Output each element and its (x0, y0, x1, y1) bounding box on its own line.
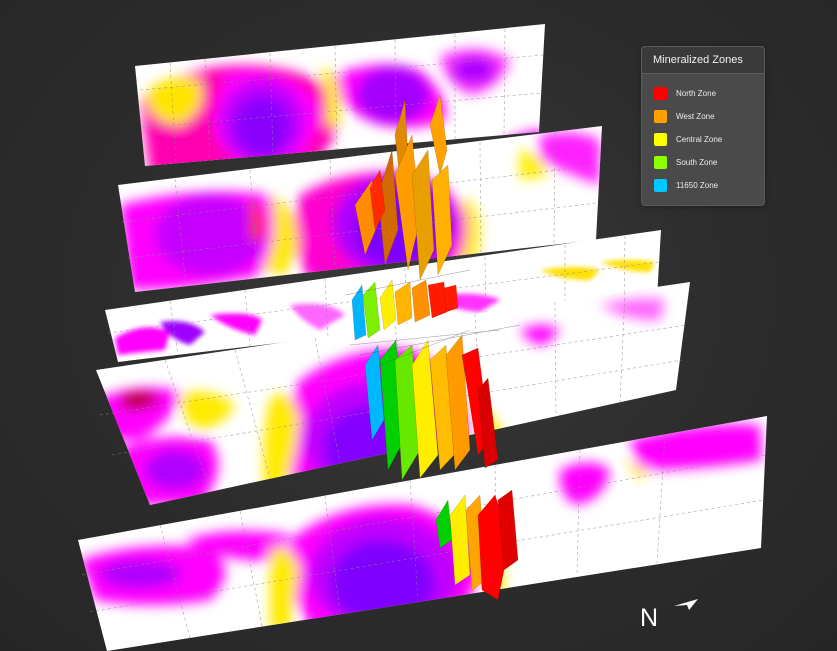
legend-item[interactable]: South Zone (654, 151, 764, 174)
legend-item[interactable]: 11650 Zone (654, 174, 764, 197)
legend-item[interactable]: Central Zone (654, 128, 764, 151)
legend-item[interactable]: West Zone (654, 105, 764, 128)
legend-item-label: West Zone (676, 112, 715, 121)
south-zone-swatch (654, 156, 667, 169)
legend-item-label: North Zone (676, 89, 717, 98)
legend-item-label: South Zone (676, 158, 718, 167)
legend-item-label: 11650 Zone (676, 181, 719, 190)
north-zone-swatch (654, 87, 667, 100)
legend-item[interactable]: North Zone (654, 82, 764, 105)
11650-zone-swatch (654, 179, 667, 192)
legend-panel: Mineralized Zones North Zone West Zone Cen… (641, 46, 765, 206)
west-zone-swatch (654, 110, 667, 123)
legend-list: North Zone West Zone Central Zone South Zon… (642, 74, 764, 197)
central-zone-swatch (654, 133, 667, 146)
north-arrow-icon (674, 599, 698, 610)
legend-item-label: Central Zone (676, 135, 723, 144)
north-label: N (640, 604, 659, 632)
legend-title: Mineralized Zones (642, 47, 764, 74)
